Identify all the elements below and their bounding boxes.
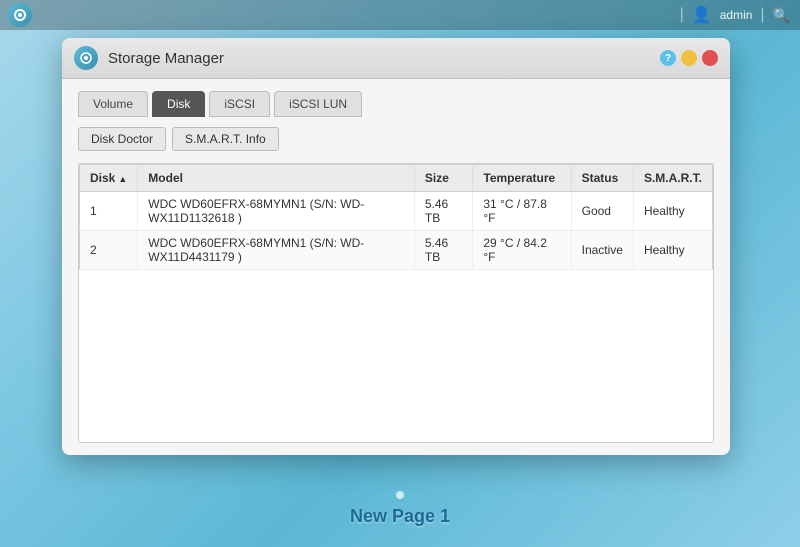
window-body: Volume Disk iSCSI iSCSI LUN Disk Doctor … — [62, 79, 730, 455]
cell-smart: Healthy — [633, 231, 712, 270]
window-titlebar: Storage Manager ? — [62, 38, 730, 79]
cell-model: WDC WD60EFRX-68MYMN1 (S/N: WD-WX11D44311… — [138, 231, 415, 270]
cell-size: 5.46 TB — [414, 231, 473, 270]
cell-temperature: 31 °C / 87.8 °F — [473, 192, 571, 231]
action-bar: Disk Doctor S.M.A.R.T. Info — [78, 127, 714, 151]
window-app-icon — [74, 46, 98, 70]
taskbar-divider: | — [680, 6, 684, 24]
window-title: Storage Manager — [108, 50, 650, 67]
disk-doctor-button[interactable]: Disk Doctor — [78, 127, 166, 151]
sort-icon-disk: ▲ — [118, 174, 127, 184]
tab-volume[interactable]: Volume — [78, 91, 148, 117]
table-row[interactable]: 1WDC WD60EFRX-68MYMN1 (S/N: WD-WX11D1132… — [80, 192, 713, 231]
taskbar-app-icon — [8, 3, 32, 27]
cell-size: 5.46 TB — [414, 192, 473, 231]
col-header-disk[interactable]: Disk▲ — [80, 165, 138, 192]
page-indicator-dot — [396, 491, 404, 499]
col-header-size[interactable]: Size — [414, 165, 473, 192]
disk-table: Disk▲ Model Size Temperature Status S.M.… — [79, 164, 713, 270]
cell-disk: 2 — [80, 231, 138, 270]
cell-model: WDC WD60EFRX-68MYMN1 (S/N: WD-WX11D11326… — [138, 192, 415, 231]
close-button[interactable] — [702, 50, 718, 66]
page-label: New Page 1 — [0, 506, 800, 527]
taskbar-search-icon[interactable]: 🔍 — [773, 7, 790, 24]
cell-status: Good — [571, 192, 633, 231]
cell-temperature: 29 °C / 84.2 °F — [473, 231, 571, 270]
taskbar-user-icon: 👤 — [692, 5, 712, 25]
cell-disk: 1 — [80, 192, 138, 231]
minimize-button[interactable] — [681, 50, 697, 66]
window-controls: ? — [660, 50, 718, 66]
cell-status: Inactive — [571, 231, 633, 270]
table-header-row: Disk▲ Model Size Temperature Status S.M.… — [80, 165, 713, 192]
table-row[interactable]: 2WDC WD60EFRX-68MYMN1 (S/N: WD-WX11D4431… — [80, 231, 713, 270]
col-header-temperature[interactable]: Temperature — [473, 165, 571, 192]
taskbar: | 👤 admin | 🔍 — [0, 0, 800, 30]
disk-table-container: Disk▲ Model Size Temperature Status S.M.… — [78, 163, 714, 443]
taskbar-divider-2: | — [760, 6, 764, 24]
tab-bar: Volume Disk iSCSI iSCSI LUN — [78, 91, 714, 117]
col-header-model[interactable]: Model — [138, 165, 415, 192]
col-header-status[interactable]: Status — [571, 165, 633, 192]
col-header-smart[interactable]: S.M.A.R.T. — [633, 165, 712, 192]
taskbar-username: admin — [720, 8, 753, 22]
smart-info-button[interactable]: S.M.A.R.T. Info — [172, 127, 279, 151]
tab-iscsi[interactable]: iSCSI — [209, 91, 270, 117]
help-button[interactable]: ? — [660, 50, 676, 66]
cell-smart: Healthy — [633, 192, 712, 231]
tab-disk[interactable]: Disk — [152, 91, 205, 117]
tab-iscsi-lun[interactable]: iSCSI LUN — [274, 91, 362, 117]
storage-manager-window: Storage Manager ? Volume Disk iSCSI iSCS… — [62, 38, 730, 455]
